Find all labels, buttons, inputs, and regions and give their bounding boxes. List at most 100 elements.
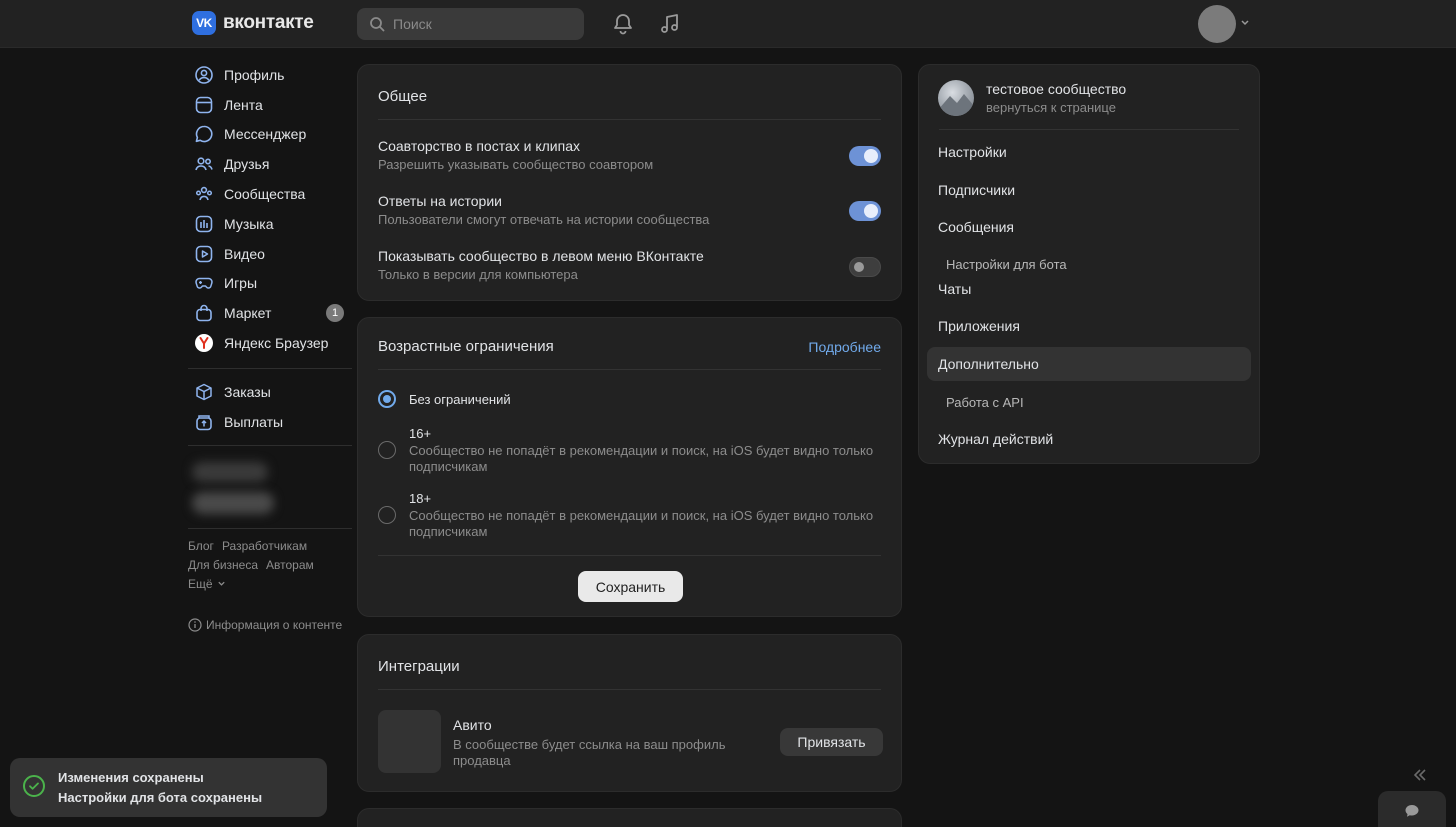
option-title: 18+ <box>409 491 432 506</box>
general-title: Общее <box>378 88 428 105</box>
more-info-link[interactable]: Подробнее <box>808 339 881 355</box>
nav-label: Маркет <box>224 305 272 322</box>
setting-coauthorship: Соавторство в постах и клипах Разрешить … <box>378 138 881 172</box>
chat-bubble-icon <box>1405 805 1419 817</box>
menu-subscribers[interactable]: Подписчики <box>927 173 1251 207</box>
radio-16-plus[interactable] <box>378 441 396 459</box>
nav-item-market[interactable]: Маркет 1 <box>188 298 352 328</box>
bind-button[interactable]: Привязать <box>780 728 883 756</box>
communities-icon <box>195 186 213 201</box>
music-note-icon[interactable] <box>658 12 682 36</box>
setting-subtitle: Пользователи смогут отвечать на истории … <box>378 212 710 227</box>
nav-item-friends[interactable]: Друзья <box>188 149 352 179</box>
vk-logo-text: вконтакте <box>223 12 314 33</box>
nav-label: Заказы <box>224 383 271 400</box>
nav-label: Друзья <box>224 156 270 173</box>
mountain-image-icon <box>938 94 974 116</box>
footer-link-blog[interactable]: Блог <box>188 539 214 553</box>
feed-icon <box>195 96 213 113</box>
menu-action-log[interactable]: Журнал действий <box>927 422 1251 456</box>
divider <box>378 369 881 370</box>
menu-bot-settings[interactable]: Настройки для бота <box>927 249 1251 271</box>
double-chevron-left-icon[interactable] <box>1411 766 1429 784</box>
nav-item-communities[interactable]: Сообщества <box>188 179 352 209</box>
nav-item-yandex-browser[interactable]: Яндекс Браузер <box>188 328 352 358</box>
blurred-shortcuts <box>188 454 352 518</box>
divider <box>939 129 1239 130</box>
success-toast: Изменения сохранены Настройки для бота с… <box>10 758 327 817</box>
setting-story-replies: Ответы на истории Пользователи смогут от… <box>378 193 881 227</box>
search-box[interactable] <box>357 8 584 40</box>
coauthorship-toggle[interactable] <box>849 146 881 166</box>
menu-messages[interactable]: Сообщения <box>927 210 1251 244</box>
footer-link-developers[interactable]: Разработчикам <box>222 539 307 553</box>
nav-label: Лента <box>224 96 263 113</box>
nav-item-feed[interactable]: Лента <box>188 90 352 120</box>
footer-more-label: Ещё <box>188 576 213 591</box>
content-info-link[interactable]: Информация о контенте <box>188 618 352 632</box>
market-count-badge: 1 <box>326 304 344 323</box>
nav-label: Музыка <box>224 215 274 232</box>
integrations-title: Интеграции <box>378 658 460 675</box>
divider <box>378 119 881 120</box>
nav-item-orders[interactable]: Заказы <box>188 377 352 407</box>
menu-advanced[interactable]: Дополнительно <box>927 347 1251 381</box>
back-to-page-link[interactable]: вернуться к странице <box>986 100 1116 115</box>
vk-logo[interactable]: VK вконтакте <box>192 11 314 35</box>
age-restrictions-card: Возрастные ограничения Подробнее Без огр… <box>357 317 902 617</box>
menu-chats[interactable]: Чаты <box>927 272 1251 306</box>
footer-more[interactable]: Ещё <box>188 575 352 594</box>
footer-links: Блог Разработчикам Для бизнеса Авторам Ещё <box>188 537 352 594</box>
nav-item-games[interactable]: Игры <box>188 269 352 299</box>
bell-icon[interactable] <box>611 12 635 36</box>
music-icon <box>195 215 213 233</box>
footer-link-authors[interactable]: Авторам <box>266 558 314 572</box>
option-title: 16+ <box>409 426 432 441</box>
option-description: Сообщество не попадёт в рекомендации и п… <box>409 443 874 474</box>
friends-icon <box>195 157 213 171</box>
nav-item-payouts[interactable]: Выплаты <box>188 407 352 437</box>
chat-button[interactable] <box>1378 791 1446 827</box>
radio-no-restrictions[interactable] <box>378 390 396 408</box>
menu-apps[interactable]: Приложения <box>927 309 1251 343</box>
blurred-item <box>192 461 268 482</box>
info-icon <box>188 617 202 632</box>
setting-subtitle: Только в версии для компьютера <box>378 267 578 282</box>
setting-title: Показывать сообщество в левом меню ВКонт… <box>378 248 704 264</box>
nav-label: Выплаты <box>224 413 284 430</box>
left-navigation: Профиль Лента Мессенджер Друзья Сообщест… <box>188 60 352 632</box>
nav-label: Яндекс Браузер <box>224 335 329 352</box>
chevron-down-icon[interactable] <box>1239 16 1251 28</box>
top-header: VK вконтакте <box>0 0 1456 48</box>
search-input[interactable] <box>393 16 573 32</box>
nav-item-music[interactable]: Музыка <box>188 209 352 239</box>
community-name[interactable]: тестовое сообщество <box>986 81 1126 97</box>
age-title: Возрастные ограничения <box>378 338 554 355</box>
nav-label: Сообщества <box>224 186 306 203</box>
games-icon <box>195 278 213 290</box>
market-icon <box>196 305 212 322</box>
nav-divider <box>188 527 352 529</box>
menu-settings[interactable]: Настройки <box>927 135 1251 169</box>
left-menu-toggle[interactable] <box>849 257 881 277</box>
story-replies-toggle[interactable] <box>849 201 881 221</box>
setting-left-menu: Показывать сообщество в левом меню ВКонт… <box>378 248 881 282</box>
nav-divider <box>188 444 352 446</box>
integrations-card: Интеграции Авито В сообществе будет ссыл… <box>357 634 902 792</box>
save-button[interactable]: Сохранить <box>578 571 683 602</box>
nav-item-video[interactable]: Видео <box>188 239 352 269</box>
user-avatar[interactable] <box>1198 5 1236 43</box>
setting-title: Соавторство в постах и клипах <box>378 138 580 154</box>
content-info-label: Информация о контенте <box>206 617 343 632</box>
vk-logo-icon: VK <box>192 11 216 35</box>
nav-item-messenger[interactable]: Мессенджер <box>188 120 352 150</box>
avito-description: В сообществе будет ссылка на ваш профиль… <box>453 737 726 768</box>
menu-api[interactable]: Работа с API <box>927 385 1251 419</box>
footer-link-business[interactable]: Для бизнеса <box>188 558 258 572</box>
nav-item-profile[interactable]: Профиль <box>188 60 352 90</box>
radio-18-plus[interactable] <box>378 506 396 524</box>
option-description: Сообщество не попадёт в рекомендации и п… <box>409 508 874 539</box>
yandex-icon <box>195 334 213 353</box>
blurred-item <box>192 491 274 514</box>
community-avatar[interactable] <box>938 80 974 116</box>
